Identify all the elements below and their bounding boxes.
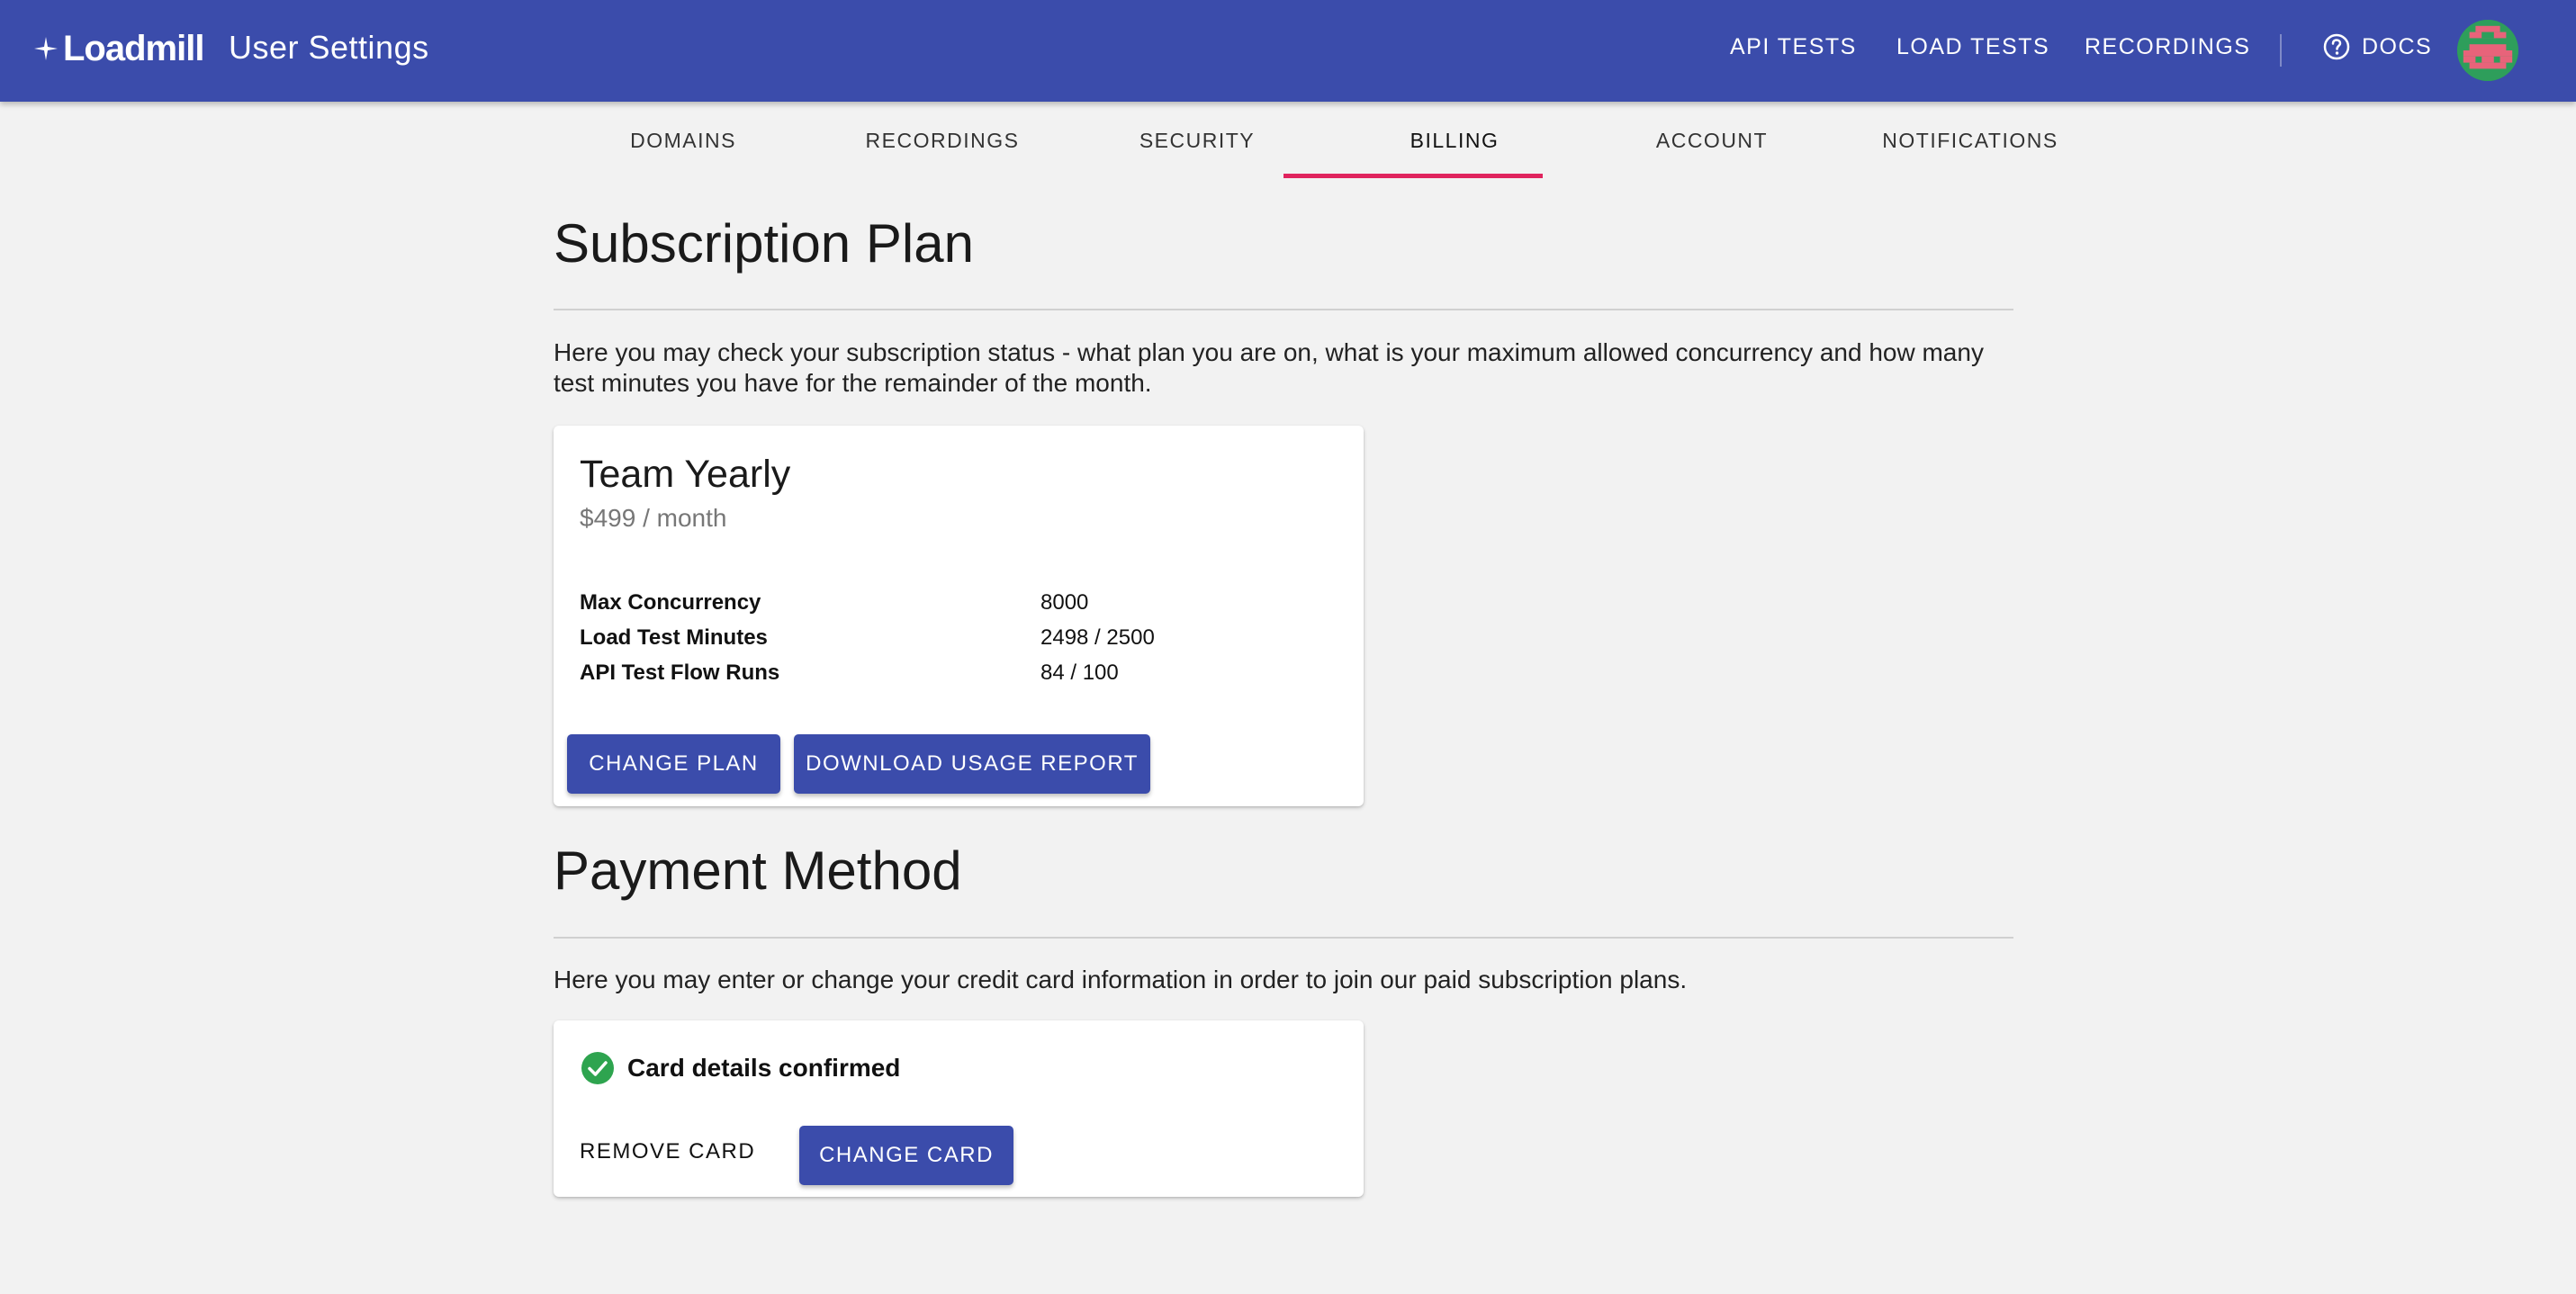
sparkle-icon xyxy=(34,37,58,60)
check-circle-icon xyxy=(581,1052,614,1084)
nav-load-tests[interactable]: LOAD TESTS xyxy=(1896,34,2049,60)
active-tab-indicator xyxy=(1283,174,1543,178)
tab-security[interactable]: SECURITY xyxy=(1067,102,1327,179)
card-status-label: Card details confirmed xyxy=(627,1054,901,1082)
nav-docs[interactable]: DOCS xyxy=(2322,32,2432,61)
max-concurrency-value: 8000 xyxy=(1040,590,1089,615)
nav-divider xyxy=(2280,34,2282,67)
api-flow-runs-label: API Test Flow Runs xyxy=(580,660,780,685)
nav-api-tests[interactable]: API TESTS xyxy=(1730,34,1857,60)
tab-domains[interactable]: DOMAINS xyxy=(554,102,813,179)
page-title: User Settings xyxy=(229,29,429,66)
nav-recordings[interactable]: RECORDINGS xyxy=(2085,34,2250,60)
settings-tabs: DOMAINS RECORDINGS SECURITY BILLING ACCO… xyxy=(554,102,2057,179)
api-flow-runs-value: 84 / 100 xyxy=(1040,660,1119,685)
download-usage-report-button[interactable]: DOWNLOAD USAGE REPORT xyxy=(794,734,1150,794)
tab-billing[interactable]: BILLING xyxy=(1325,102,1584,179)
subscription-description: Here you may check your subscription sta… xyxy=(554,338,1984,397)
change-card-button[interactable]: CHANGE CARD xyxy=(799,1126,1013,1185)
max-concurrency-label: Max Concurrency xyxy=(580,590,761,615)
plan-card: Team Yearly $499 / month Max Concurrency… xyxy=(554,426,1364,806)
load-test-minutes-value: 2498 / 2500 xyxy=(1040,625,1155,650)
loadmill-logo[interactable]: Loadmill xyxy=(32,23,204,74)
card-status: Card details confirmed xyxy=(581,1051,900,1085)
help-circle-icon xyxy=(2323,33,2350,60)
user-avatar[interactable] xyxy=(2457,20,2518,81)
subscription-divider xyxy=(554,309,2013,310)
subscription-heading: Subscription Plan xyxy=(554,213,974,274)
plan-price: $499 / month xyxy=(580,504,727,532)
plan-name: Team Yearly xyxy=(580,453,791,496)
change-plan-button[interactable]: CHANGE PLAN xyxy=(567,734,780,794)
tab-recordings[interactable]: RECORDINGS xyxy=(813,102,1072,179)
top-app-bar: Loadmill User Settings API TESTS LOAD TE… xyxy=(0,0,2576,102)
docs-label: DOCS xyxy=(2362,33,2433,59)
tab-account[interactable]: ACCOUNT xyxy=(1582,102,1842,179)
tab-notifications[interactable]: NOTIFICATIONS xyxy=(1841,102,2100,179)
remove-card-button[interactable]: REMOVE CARD xyxy=(580,1139,755,1164)
payment-heading: Payment Method xyxy=(554,840,962,901)
load-test-minutes-label: Load Test Minutes xyxy=(580,625,768,650)
pixel-avatar-icon xyxy=(2457,20,2518,81)
payment-description: Here you may enter or change your credit… xyxy=(554,966,1688,993)
payment-card: Card details confirmed REMOVE CARD CHANG… xyxy=(554,1020,1364,1197)
payment-divider xyxy=(554,937,2013,939)
logo-text: Loadmill xyxy=(63,28,204,68)
